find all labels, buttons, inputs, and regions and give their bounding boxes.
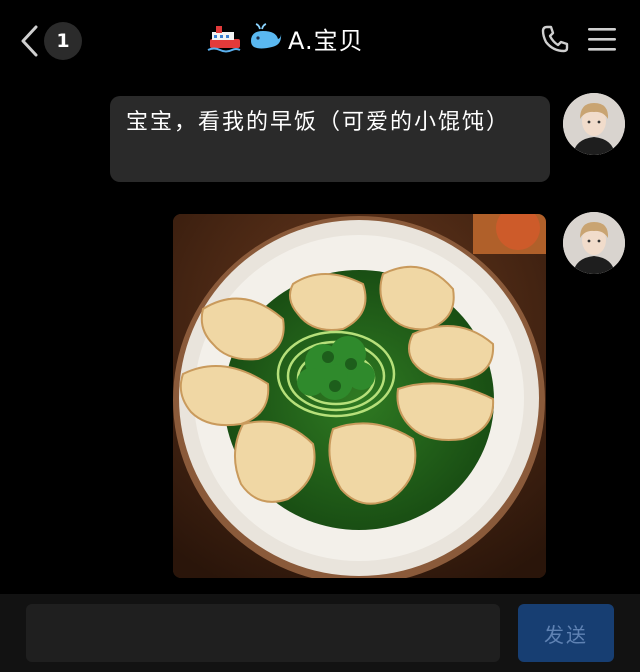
- chat-header: 1 A.宝贝: [0, 0, 640, 80]
- user-portrait-icon: [563, 212, 625, 274]
- message-image[interactable]: [173, 214, 546, 578]
- phone-icon: [541, 25, 569, 53]
- contact-name: A.宝贝: [288, 26, 364, 55]
- menu-button[interactable]: [586, 24, 618, 54]
- message-bubble-text[interactable]: 宝宝，看我的早饭（可爱的小馄饨）: [110, 96, 550, 182]
- send-button[interactable]: 发送: [518, 604, 614, 662]
- unread-count-badge: 1: [44, 22, 82, 60]
- back-button[interactable]: 1: [18, 22, 84, 60]
- avatar[interactable]: [563, 212, 625, 274]
- message-input-bar: 发送: [0, 594, 640, 672]
- chat-title[interactable]: A.宝贝: [206, 18, 364, 58]
- avatar[interactable]: [563, 93, 625, 155]
- message-input[interactable]: [26, 604, 500, 662]
- user-portrait-icon: [563, 93, 625, 155]
- wonton-plate-image: [173, 214, 546, 578]
- call-button[interactable]: [540, 24, 570, 54]
- hamburger-menu-icon: [588, 28, 616, 51]
- cruise-ship-emoji: [207, 26, 241, 53]
- whale-emoji: [251, 23, 282, 49]
- chevron-left-icon: [21, 25, 38, 57]
